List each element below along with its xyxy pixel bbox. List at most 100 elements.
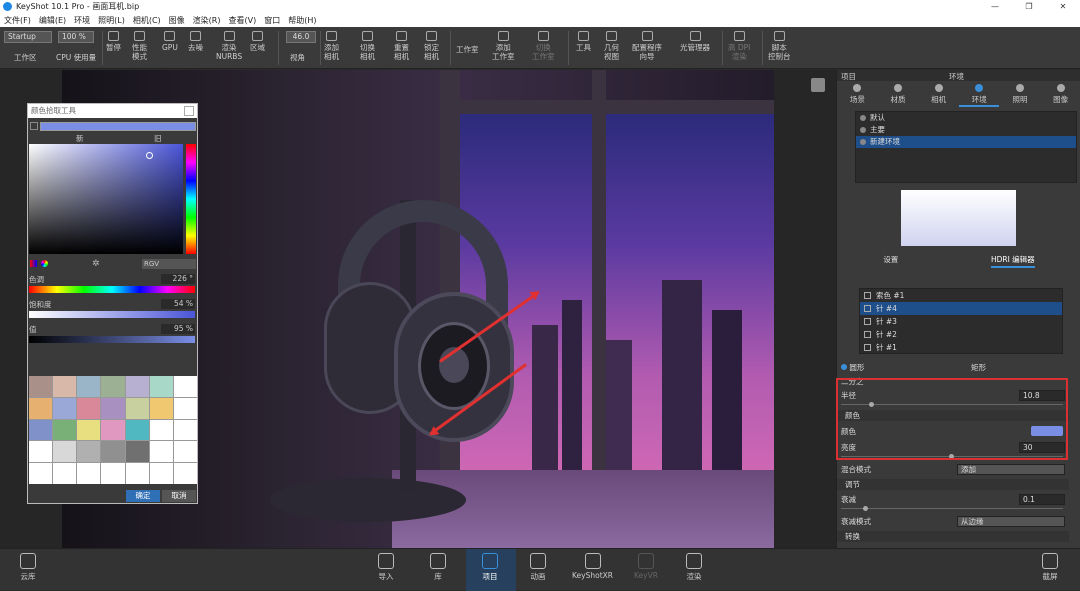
list-item[interactable]: 针 #1 xyxy=(860,341,1062,354)
cancel-button[interactable]: 取消 xyxy=(162,490,196,502)
gear-icon[interactable]: ✲ xyxy=(92,259,100,269)
swatch-cell[interactable] xyxy=(173,376,197,397)
saturation-bar-slider[interactable] xyxy=(29,311,195,318)
import-button[interactable]: 导入 xyxy=(378,553,394,582)
eyedropper-icon[interactable] xyxy=(30,122,38,130)
shape-rect-label[interactable]: 矩形 xyxy=(971,362,986,373)
ok-button[interactable]: 确定 xyxy=(126,490,160,502)
menu-window[interactable]: 窗口 xyxy=(260,15,284,26)
list-item[interactable]: 针 #3 xyxy=(860,315,1062,328)
tab-environment[interactable]: 环境 xyxy=(959,81,1000,107)
palette-icon[interactable] xyxy=(30,260,37,267)
list-item[interactable]: 默认 xyxy=(856,112,1076,124)
swatch-cell[interactable] xyxy=(149,463,173,484)
swatch-cell[interactable] xyxy=(101,463,125,484)
color-cursor[interactable] xyxy=(146,152,153,159)
swatch-cell[interactable] xyxy=(173,397,197,419)
swatch-cell[interactable] xyxy=(173,441,197,463)
lock-camera-button[interactable]: 锁定 相机 xyxy=(424,31,439,61)
swatch-cell[interactable] xyxy=(29,376,53,397)
menu-edit[interactable]: 编辑(E) xyxy=(35,15,70,26)
light-manager-button[interactable]: 光管理器 xyxy=(680,31,710,52)
add-camera-button[interactable]: 添加 相机 xyxy=(324,31,339,61)
menu-environment[interactable]: 环境 xyxy=(70,15,94,26)
pause-button[interactable]: 暂停 xyxy=(106,31,121,52)
swatch-cell[interactable] xyxy=(77,397,101,419)
swatch-cell[interactable] xyxy=(53,376,77,397)
swatch-cell[interactable] xyxy=(53,419,77,441)
render-viewport[interactable]: 颜色拾取工具 新 旧 ✲ RGV 色调 226 ° 饱和度 54 % 值 95 … xyxy=(0,70,836,548)
animation-button[interactable]: 动画 xyxy=(530,553,546,582)
minimize-button[interactable]: — xyxy=(978,0,1012,13)
close-icon[interactable] xyxy=(184,106,194,116)
add-studio-button[interactable]: 添加 工作室 xyxy=(492,31,515,61)
swatch-cell[interactable] xyxy=(53,463,77,484)
performance-mode-button[interactable]: 性能 模式 xyxy=(132,31,147,61)
script-console-button[interactable]: 脚本 控制台 xyxy=(768,31,791,61)
render-button[interactable]: 渲染 xyxy=(686,553,702,582)
screenshot-button[interactable]: 截屏 xyxy=(1042,553,1058,582)
list-item[interactable]: 针 #4 xyxy=(860,302,1062,315)
swatch-cell[interactable] xyxy=(149,441,173,463)
fov-input[interactable]: 46.0 xyxy=(286,31,316,43)
menu-image[interactable]: 图像 xyxy=(165,15,189,26)
swatch-cell[interactable] xyxy=(173,419,197,441)
close-button[interactable]: ✕ xyxy=(1046,0,1080,13)
hue-bar-slider[interactable] xyxy=(29,286,195,293)
swatch-cell[interactable] xyxy=(125,376,149,397)
high-dpi-render-button[interactable]: 高 DPI 渲染 xyxy=(728,31,750,61)
hue-input[interactable]: 226 ° xyxy=(161,274,195,284)
swatch-cell[interactable] xyxy=(101,397,125,419)
swatch-cell[interactable] xyxy=(29,419,53,441)
configurator-wizard-button[interactable]: 配置程序 向导 xyxy=(632,31,662,61)
swatch-cell[interactable] xyxy=(29,441,53,463)
tab-settings[interactable]: 设置 xyxy=(883,254,898,268)
color-mode-select[interactable]: RGV xyxy=(142,259,196,269)
adjust-section-header[interactable]: 调节 xyxy=(837,479,1069,490)
swatch-cell[interactable] xyxy=(125,397,149,419)
swatch-cell[interactable] xyxy=(101,419,125,441)
project-button[interactable]: 项目 xyxy=(482,553,498,582)
switch-studio-button[interactable]: 切换 工作室 xyxy=(532,31,555,61)
blend-mode-select[interactable]: 添加 xyxy=(957,464,1065,475)
transform-section-header[interactable]: 转换 xyxy=(837,531,1069,542)
tab-lighting[interactable]: 照明 xyxy=(1000,81,1040,107)
cpu-usage-select[interactable]: 100 % xyxy=(58,31,94,43)
swatch-cell[interactable] xyxy=(125,463,149,484)
keyshotxr-button[interactable]: KeyShotXR xyxy=(572,553,613,580)
swatch-cell[interactable] xyxy=(77,441,101,463)
menu-lighting[interactable]: 照明(L) xyxy=(94,15,129,26)
list-item[interactable]: 主要 xyxy=(856,124,1076,136)
tab-hdri-editor[interactable]: HDRI 编辑器 xyxy=(990,254,1035,268)
list-item[interactable]: 针 #2 xyxy=(860,328,1062,341)
value-input[interactable]: 95 % xyxy=(161,324,195,334)
region-button[interactable]: 区域 xyxy=(250,31,265,52)
swatch-cell[interactable] xyxy=(101,441,125,463)
library-button[interactable]: 库 xyxy=(430,553,446,582)
radio-circle[interactable] xyxy=(841,364,847,370)
menu-file[interactable]: 文件(F) xyxy=(0,15,35,26)
swatch-cell[interactable] xyxy=(149,397,173,419)
swatch-cell[interactable] xyxy=(77,463,101,484)
list-item[interactable]: 索色 #1 xyxy=(860,289,1062,302)
hue-slider[interactable] xyxy=(186,144,196,254)
maximize-button[interactable]: ❐ xyxy=(1012,0,1046,13)
keyvr-button[interactable]: KeyVR xyxy=(634,553,658,580)
viewport-settings-icon[interactable] xyxy=(811,78,825,92)
swatch-cell[interactable] xyxy=(77,376,101,397)
render-nurbs-button[interactable]: 渲染 NURBS xyxy=(216,31,242,61)
list-item[interactable]: 新建环境 xyxy=(856,136,1076,148)
falloff2-input[interactable]: 0.1 xyxy=(1019,494,1065,505)
swatch-cell[interactable] xyxy=(29,463,53,484)
menu-help[interactable]: 帮助(H) xyxy=(284,15,320,26)
falloff2-slider[interactable] xyxy=(841,506,1063,511)
swatch-cell[interactable] xyxy=(149,419,173,441)
saturation-input[interactable]: 54 % xyxy=(161,299,195,309)
geometry-view-button[interactable]: 几何 视图 xyxy=(604,31,619,61)
menu-view[interactable]: 查看(V) xyxy=(224,15,260,26)
color-picker-dialog[interactable]: 颜色拾取工具 新 旧 ✲ RGV 色调 226 ° 饱和度 54 % 值 95 … xyxy=(27,103,198,504)
color-wheel-icon[interactable] xyxy=(41,260,48,267)
menu-render[interactable]: 渲染(R) xyxy=(189,15,225,26)
studio-button[interactable]: 工作室 xyxy=(456,45,479,54)
swatch-cell[interactable] xyxy=(29,397,53,419)
